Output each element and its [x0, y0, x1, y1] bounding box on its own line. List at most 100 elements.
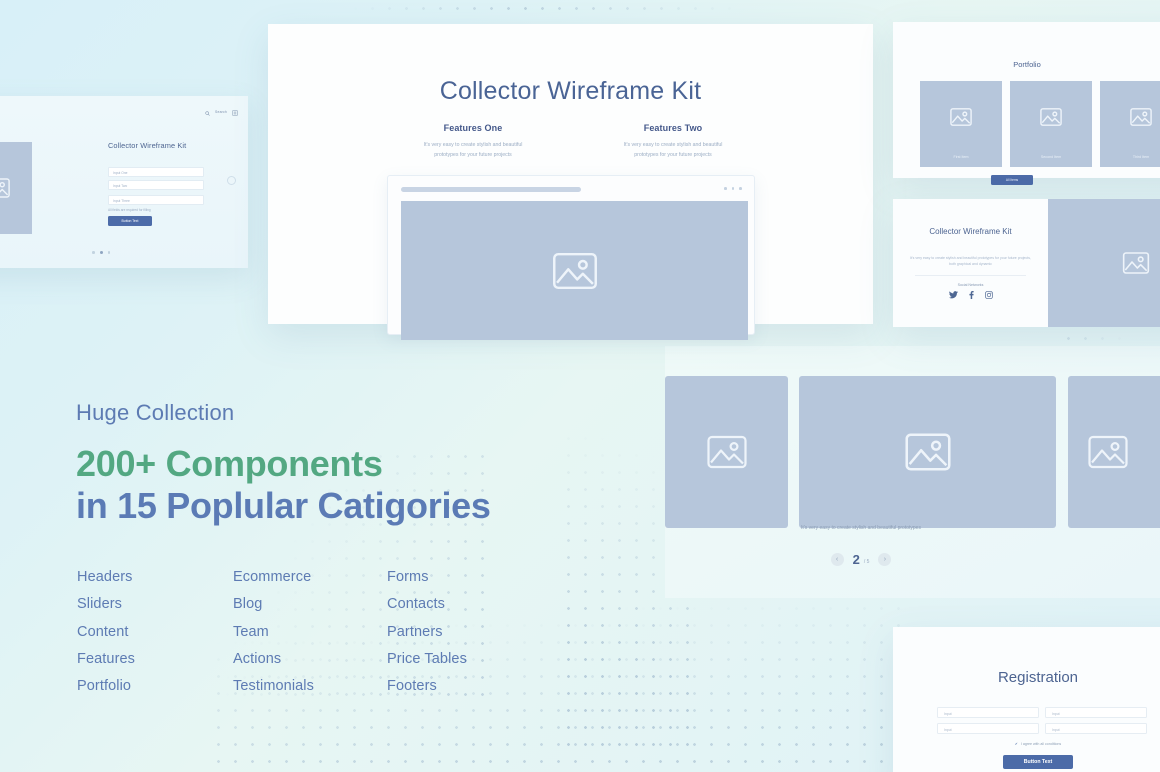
- social-card-text-panel: Collector Wireframe Kit It's very easy t…: [893, 199, 1048, 327]
- category-item[interactable]: Sliders: [77, 591, 135, 618]
- image-placeholder-icon: [552, 252, 597, 289]
- promo-headline-line1: 200+ Components: [76, 443, 383, 484]
- slider-total-pages: / 5: [863, 559, 870, 565]
- category-column-1: Headers Sliders Content Features Portfol…: [77, 564, 135, 700]
- category-item[interactable]: Portfolio: [77, 673, 135, 700]
- carousel-dot-active[interactable]: [99, 251, 103, 255]
- slider-section: It's very easy to create stylish and bea…: [665, 346, 1160, 598]
- hero-feature-one-text: It's very easy to create stylish and bea…: [423, 142, 523, 158]
- portfolio-title: Portfolio: [1013, 60, 1041, 69]
- hero-card: Collector Wireframe Kit Features One It'…: [268, 24, 873, 340]
- search-icon[interactable]: [205, 103, 210, 121]
- slider-image-2[interactable]: [799, 376, 1056, 528]
- category-item[interactable]: Blog: [233, 591, 314, 618]
- registration-agree-label: I agree with all conditions: [1020, 742, 1062, 746]
- left-card-topbar: Search: [205, 103, 238, 121]
- browser-url-bar[interactable]: [401, 187, 581, 192]
- social-icons-row: [893, 291, 1048, 301]
- registration-input-3-placeholder: Input: [944, 727, 952, 732]
- image-placeholder-icon: [950, 108, 972, 127]
- twitter-icon[interactable]: [948, 291, 958, 301]
- browser-content-placeholder: [401, 201, 748, 340]
- registration-input-1[interactable]: Input: [937, 707, 1039, 718]
- slider-next-button[interactable]: ›: [878, 553, 892, 566]
- slider-image-1[interactable]: [665, 376, 788, 528]
- category-item[interactable]: Headers: [77, 564, 135, 591]
- browser-mockup: [387, 175, 755, 340]
- facebook-icon[interactable]: [968, 291, 974, 301]
- category-item[interactable]: Footers: [387, 673, 467, 700]
- left-card-image: [0, 142, 32, 234]
- social-card: Collector Wireframe Kit It's very easy t…: [893, 199, 1160, 327]
- search-label[interactable]: Search: [215, 110, 227, 114]
- registration-submit-button[interactable]: Button Text: [1003, 755, 1073, 769]
- registration-input-4[interactable]: Input: [1045, 723, 1147, 734]
- left-card-submit-button[interactable]: Button Text: [108, 216, 152, 226]
- left-card-input-3[interactable]: Input Three: [108, 195, 204, 205]
- category-item[interactable]: Price Tables: [387, 646, 467, 673]
- registration-title: Registration: [997, 669, 1079, 686]
- browser-menu-dots[interactable]: [724, 187, 742, 190]
- image-placeholder-icon: [1040, 108, 1062, 127]
- image-placeholder-icon: [904, 433, 951, 471]
- portfolio-item-1[interactable]: First Item: [920, 81, 1002, 167]
- left-card-note: All fields are required for filling: [108, 208, 151, 212]
- carousel-dot[interactable]: [107, 251, 111, 254]
- category-item[interactable]: Partners: [387, 619, 467, 646]
- slider-caption: It's very easy to create stylish and bea…: [801, 525, 921, 531]
- left-card-input-2[interactable]: Input Two: [108, 180, 204, 190]
- decorative-dot-field-top: [330, 0, 750, 26]
- category-item[interactable]: Testimonials: [233, 673, 314, 700]
- left-card-title: Collector Wireframe Kit: [108, 141, 187, 150]
- image-placeholder-icon: [706, 435, 747, 469]
- registration-input-1-placeholder: Input: [944, 711, 952, 716]
- instagram-icon[interactable]: [984, 291, 993, 301]
- portfolio-all-items-button[interactable]: All Items: [991, 175, 1033, 185]
- divider: [915, 275, 1026, 276]
- left-card-input-2-placeholder: Input Two: [113, 184, 128, 189]
- carousel-next-icon[interactable]: [227, 176, 236, 185]
- category-item[interactable]: Features: [77, 646, 135, 673]
- slider-current-page: 2: [852, 552, 860, 567]
- social-card-description: It's very easy to create stylish and bea…: [910, 256, 1031, 266]
- left-card-input-3-placeholder: Input Three: [113, 199, 130, 204]
- hero-feature-one: Features One It's very easy to create st…: [393, 123, 553, 160]
- image-placeholder-icon: [1088, 435, 1128, 469]
- category-item[interactable]: Contacts: [387, 591, 467, 618]
- registration-input-2[interactable]: Input: [1045, 707, 1147, 718]
- left-form-card: Search Collector Wireframe Kit Input One…: [0, 96, 248, 268]
- portfolio-item-2[interactable]: Second Item: [1010, 81, 1092, 167]
- portfolio-item-2-caption: Second Item: [1040, 155, 1062, 159]
- hero-feature-two: Features Two It's very easy to create st…: [593, 123, 753, 160]
- category-item[interactable]: Forms: [387, 564, 467, 591]
- left-card-input-1[interactable]: Input One: [108, 167, 204, 177]
- hero-feature-two-title: Features Two: [643, 123, 703, 133]
- category-column-2: Ecommerce Blog Team Actions Testimonials: [233, 564, 314, 700]
- promo-headline-line2: in 15 Poplular Catigories: [76, 485, 491, 526]
- category-item[interactable]: Team: [233, 619, 314, 646]
- registration-card: Registration Input Input Input Input ✔ I …: [893, 627, 1160, 772]
- category-column-3: Forms Contacts Partners Price Tables Foo…: [387, 564, 467, 700]
- registration-input-3[interactable]: Input: [937, 723, 1039, 734]
- slider-image-3[interactable]: [1068, 376, 1160, 528]
- carousel-dot[interactable]: [92, 251, 95, 254]
- decorative-dot-field-bottom: [210, 600, 910, 772]
- registration-input-4-placeholder: Input: [1052, 727, 1060, 732]
- registration-input-2-placeholder: Input: [1052, 711, 1060, 716]
- menu-icon[interactable]: [232, 103, 238, 121]
- social-card-image: [1048, 199, 1160, 327]
- hero-feature-one-title: Features One: [443, 123, 503, 133]
- category-item[interactable]: Actions: [233, 646, 314, 673]
- registration-agree-row[interactable]: ✔ I agree with all conditions: [893, 742, 1160, 746]
- slider-prev-button[interactable]: ‹: [830, 553, 844, 566]
- social-card-title: Collector Wireframe Kit: [929, 227, 1012, 236]
- left-card-carousel-dots[interactable]: [92, 251, 111, 255]
- category-item[interactable]: Content: [77, 619, 135, 646]
- portfolio-item-3-caption: Third Item: [1132, 155, 1150, 159]
- category-item[interactable]: Ecommerce: [233, 564, 314, 591]
- poster-canvas: It's very easy to create stylish and bea…: [0, 0, 1160, 772]
- checkmark-icon[interactable]: ✔: [1015, 742, 1018, 746]
- portfolio-item-3[interactable]: Third Item: [1100, 81, 1160, 167]
- portfolio-card: Portfolio First Item Second Item Third I…: [893, 22, 1160, 185]
- slider-pagination: ‹ 2 / 5 ›: [665, 552, 1057, 567]
